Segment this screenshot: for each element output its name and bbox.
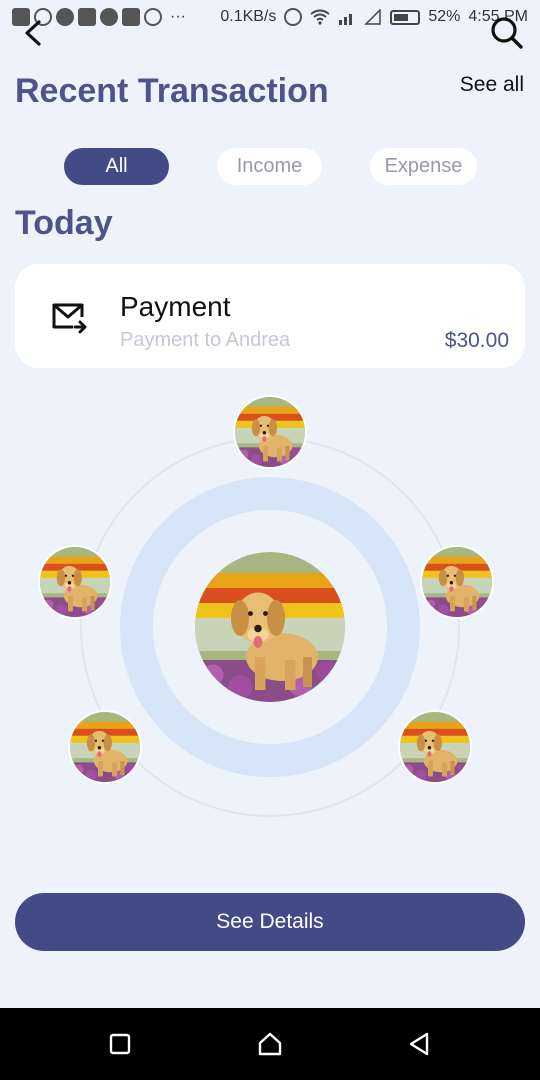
battery-percent: 52% <box>428 8 461 25</box>
transaction-title: Payment <box>120 291 231 322</box>
dog-photo <box>422 547 492 617</box>
dog-photo <box>235 397 305 467</box>
recent-apps-icon[interactable] <box>106 1030 134 1058</box>
dnd-icon <box>284 8 303 26</box>
page-title: Recent Transaction <box>15 72 329 110</box>
avatar-right[interactable] <box>420 545 494 619</box>
back-arrow-icon[interactable] <box>20 18 48 48</box>
dog-photo <box>400 712 470 782</box>
transaction-card[interactable]: Payment Payment to Andrea $30.00 <box>15 264 525 368</box>
dog-photo <box>195 552 345 702</box>
avatar-center[interactable] <box>195 552 345 702</box>
mail-send-icon <box>52 303 87 334</box>
avatar-bottom-right[interactable] <box>398 710 472 784</box>
dog-photo <box>70 712 140 782</box>
system-nav-bar <box>0 1008 540 1080</box>
signal-icon <box>339 14 353 25</box>
see-all-link[interactable]: See all <box>460 73 524 97</box>
more-notifications-icon: ··· <box>170 8 186 25</box>
app-icon <box>100 8 118 26</box>
dog-photo <box>40 547 110 617</box>
search-icon[interactable] <box>490 16 524 50</box>
network-speed: 0.1KB/s <box>220 8 277 25</box>
avatar-bottom-left[interactable] <box>68 710 142 784</box>
battery-icon <box>390 9 421 25</box>
section-title-today: Today <box>15 204 113 242</box>
tab-income[interactable]: Income <box>217 148 322 185</box>
facebook-icon <box>56 8 74 26</box>
instagram-icon <box>144 8 162 26</box>
home-icon[interactable] <box>256 1030 284 1058</box>
status-bar: ··· 0.1KB/s 52% 4:55 PM <box>0 0 540 36</box>
transaction-subtitle: Payment to Andrea <box>120 329 291 351</box>
status-system-area: 0.1KB/s 52% 4:55 PM <box>220 8 528 26</box>
wifi-icon <box>310 9 330 25</box>
avatar-top[interactable] <box>233 395 307 469</box>
tab-all[interactable]: All <box>64 148 169 185</box>
transaction-amount: $30.00 <box>444 329 509 352</box>
avatar-left[interactable] <box>38 545 112 619</box>
tab-expense[interactable]: Expense <box>370 148 477 185</box>
see-details-button[interactable]: See Details <box>15 893 525 951</box>
youtube-icon <box>78 8 96 26</box>
signal-empty-icon <box>364 9 382 25</box>
screen: ··· 0.1KB/s 52% 4:55 PM Recent Transacti… <box>0 0 540 1080</box>
x-icon <box>122 8 140 26</box>
nav-back-icon[interactable] <box>405 1030 433 1058</box>
